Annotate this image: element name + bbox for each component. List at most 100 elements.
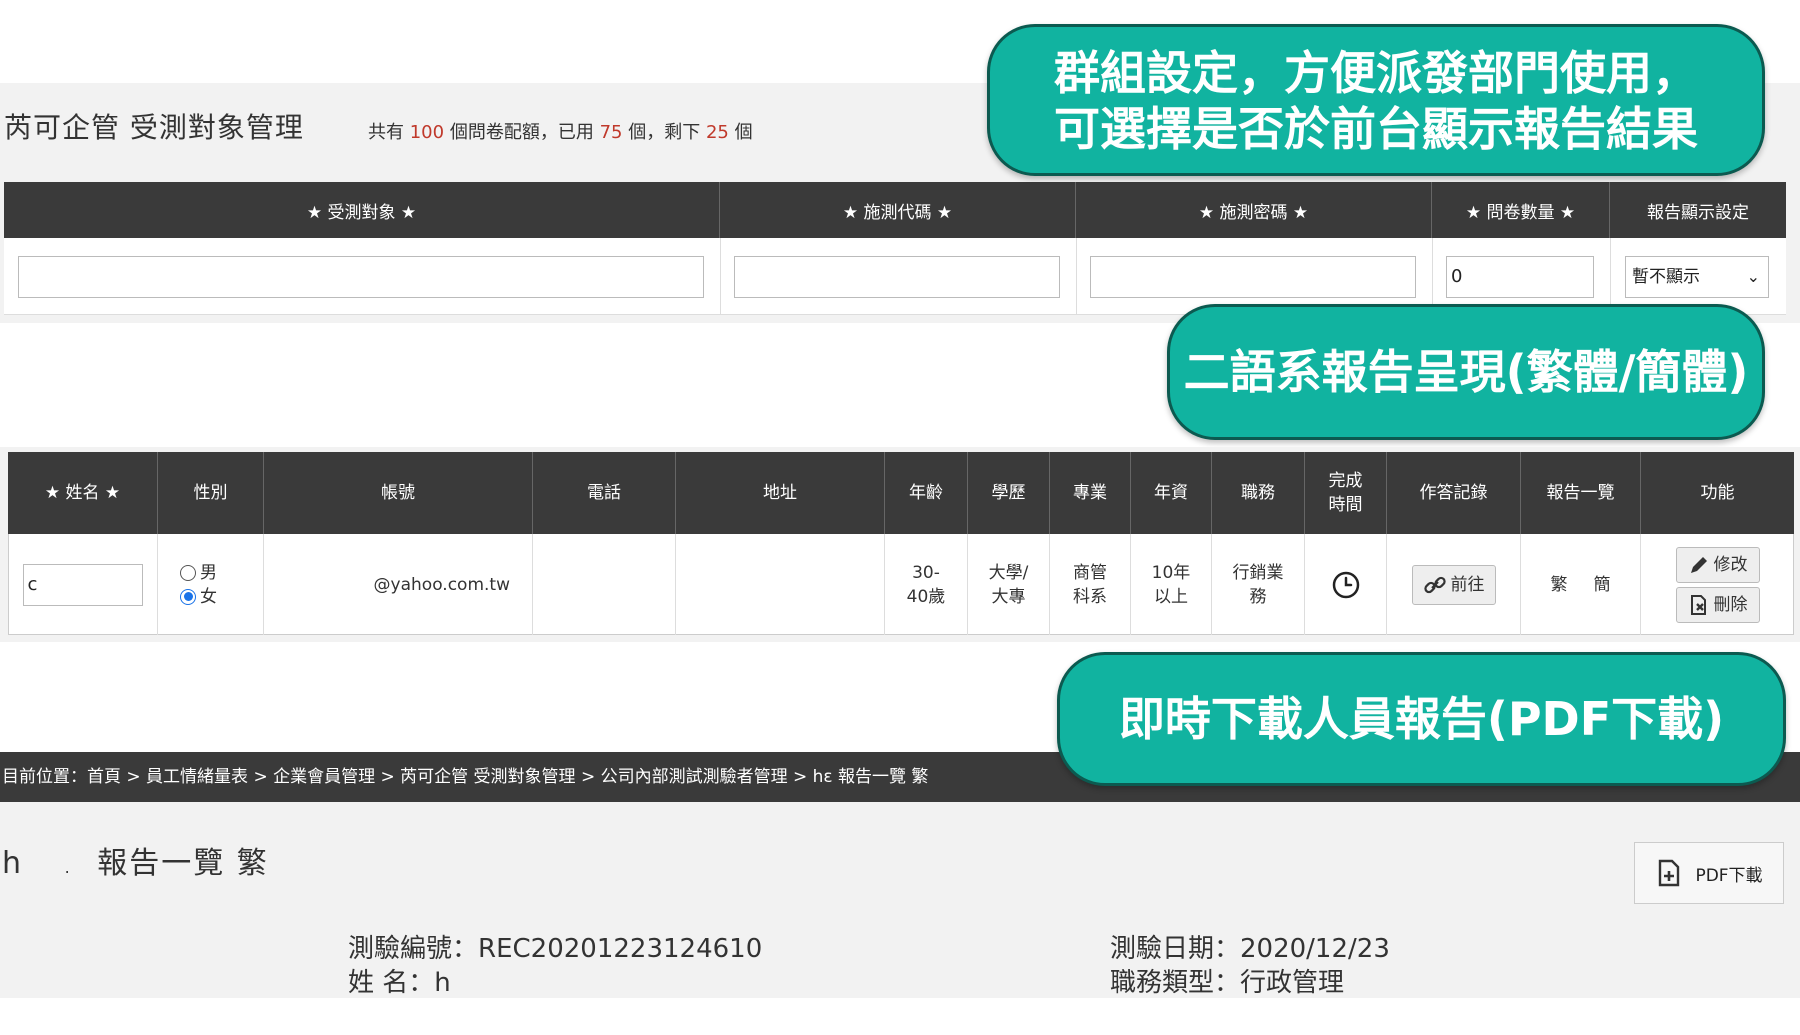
report-traditional-link[interactable]: 繁 — [1551, 573, 1568, 597]
cell-divider — [1432, 238, 1433, 314]
page-title: 芮可企管 受測對象管理 — [4, 111, 304, 144]
quota-suffix: 個 — [734, 122, 753, 143]
gender-male-label: 男 — [200, 562, 217, 583]
name-input[interactable]: c — [22, 563, 143, 606]
pencil-icon — [1690, 556, 1707, 573]
quantity-input[interactable]: 0 — [1446, 256, 1594, 298]
quota-text-remaining-label: 個，剩下 — [628, 122, 701, 143]
header-major: 專業 — [1050, 452, 1131, 534]
header-completion-line2: 時間 — [1328, 495, 1363, 515]
goto-record-label: 前往 — [1450, 574, 1485, 595]
header-phone: 電話 — [533, 452, 676, 534]
cell-gender: 男 女 — [158, 534, 264, 635]
quota-used: 75 — [599, 122, 623, 143]
cell-education: 大學/ 大專 — [968, 534, 1050, 635]
header-completion-line1: 完成 — [1328, 471, 1363, 491]
subject-name: 姓 名：h — [348, 968, 451, 998]
gender-male-option[interactable]: 男 — [180, 561, 217, 585]
delete-document-icon — [1690, 594, 1706, 615]
quota-total: 100 — [409, 122, 445, 143]
gender-female-label: 女 — [200, 586, 217, 607]
cell-name: c — [8, 534, 158, 635]
delete-button[interactable]: 刪除 — [1675, 586, 1760, 623]
quota-prefix: 共有 — [368, 122, 404, 143]
education-line2: 大專 — [991, 586, 1026, 607]
callout-group-line2: 可選擇是否於前台顯示報告結果 — [1054, 102, 1698, 156]
major-line2: 科系 — [1073, 586, 1107, 607]
header-code: ★ 施測代碼 ★ — [720, 182, 1076, 238]
report-page-title: h . 報告一覽 繁 — [2, 838, 269, 882]
report-title-dot: . — [64, 858, 72, 877]
quota-remaining: 25 — [705, 122, 729, 143]
pdf-download-label: PDF下載 — [1695, 865, 1763, 886]
radio-female-selected[interactable] — [180, 588, 196, 605]
password-input[interactable] — [1090, 256, 1416, 298]
seniority-line2: 以上 — [1154, 586, 1188, 607]
header-password: ★ 施測密碼 ★ — [1076, 182, 1432, 238]
cell-address — [676, 534, 885, 635]
display-setting-value: 暫不顯示 — [1632, 267, 1700, 287]
cell-completion-time — [1305, 534, 1387, 635]
test-number: 測驗編號：REC20201223124610 — [348, 934, 763, 964]
clock-icon[interactable] — [1331, 570, 1361, 600]
quota-text-used-label: 個問卷配額，已用 — [449, 122, 594, 143]
quota-summary: 共有 100 個問卷配額，已用 75 個，剩下 25 個 — [368, 118, 753, 144]
test-date: 測驗日期：2020/12/23 — [1110, 934, 1390, 964]
header-answer-record: 作答記錄 — [1387, 452, 1521, 534]
code-input[interactable] — [734, 256, 1060, 298]
gender-female-option[interactable]: 女 — [180, 585, 217, 609]
callout-group-setting: 群組設定，方便派發部門使用， 可選擇是否於前台顯示報告結果 — [987, 24, 1765, 176]
cell-report-list: 繁 簡 — [1521, 534, 1641, 635]
header-position: 職務 — [1212, 452, 1305, 534]
cell-position: 行銷業 務 — [1212, 534, 1305, 635]
age-line1: 30- — [912, 562, 940, 583]
report-title-prefix: h — [2, 846, 24, 881]
seniority-line1: 10年 — [1151, 562, 1191, 583]
report-title-main: 報告一覽 繁 — [97, 846, 269, 881]
cell-seniority: 10年 以上 — [1131, 534, 1212, 635]
cell-age: 30- 40歲 — [885, 534, 968, 635]
subject-input[interactable] — [18, 256, 704, 298]
callout-pdf-download: 即時下載人員報告(PDF下載) — [1057, 652, 1786, 786]
display-setting-select[interactable]: 暫不顯示 ⌄ — [1625, 256, 1769, 298]
file-add-icon — [1659, 859, 1680, 887]
position-line2: 務 — [1249, 586, 1267, 607]
cell-divider — [720, 238, 721, 314]
report-simplified-link[interactable]: 簡 — [1594, 573, 1611, 597]
age-line2: 40歲 — [906, 586, 946, 607]
header-account: 帳號 — [264, 452, 533, 534]
position-line1: 行銷業 — [1232, 562, 1284, 583]
cell-divider — [1076, 238, 1077, 314]
header-gender: 性別 — [158, 452, 264, 534]
cell-major: 商管 科系 — [1050, 534, 1131, 635]
header-subject: ★ 受測對象 ★ — [4, 182, 720, 238]
cell-function: 修改 刪除 — [1641, 534, 1794, 635]
edit-label: 修改 — [1713, 554, 1748, 575]
header-completion-time: 完成 時間 — [1305, 452, 1387, 534]
header-name: ★ 姓名 ★ — [8, 452, 158, 534]
header-seniority: 年資 — [1131, 452, 1212, 534]
delete-label: 刪除 — [1713, 594, 1748, 615]
major-line1: 商管 — [1073, 562, 1107, 583]
header-display-setting: 報告顯示設定 — [1647, 202, 1749, 223]
cell-account: @yahoo.com.tw — [264, 534, 533, 635]
header-quantity: ★ 問卷數量 ★ — [1432, 182, 1610, 238]
callout-group-line1: 群組設定，方便派發部門使用， — [1054, 46, 1698, 100]
callout-language: 二語系報告呈現(繁體/簡體) — [1167, 304, 1765, 440]
header-age: 年齡 — [885, 452, 968, 534]
education-line1: 大學/ — [988, 562, 1029, 583]
cell-divider — [1610, 238, 1611, 314]
job-type: 職務類型：行政管理 — [1110, 968, 1345, 998]
header-address: 地址 — [676, 452, 885, 534]
pdf-download-button[interactable]: PDF下載 — [1634, 842, 1784, 904]
report-list-panel — [0, 802, 1800, 998]
edit-button[interactable]: 修改 — [1675, 546, 1760, 583]
radio-male[interactable] — [180, 564, 196, 581]
goto-record-button[interactable]: 前往 — [1411, 564, 1496, 605]
header-report-list: 報告一覽 — [1521, 452, 1641, 534]
cell-phone — [533, 534, 676, 635]
header-function: 功能 — [1641, 452, 1794, 534]
link-icon — [1423, 576, 1446, 593]
header-education: 學歷 — [968, 452, 1050, 534]
chevron-down-icon: ⌄ — [1746, 267, 1760, 286]
